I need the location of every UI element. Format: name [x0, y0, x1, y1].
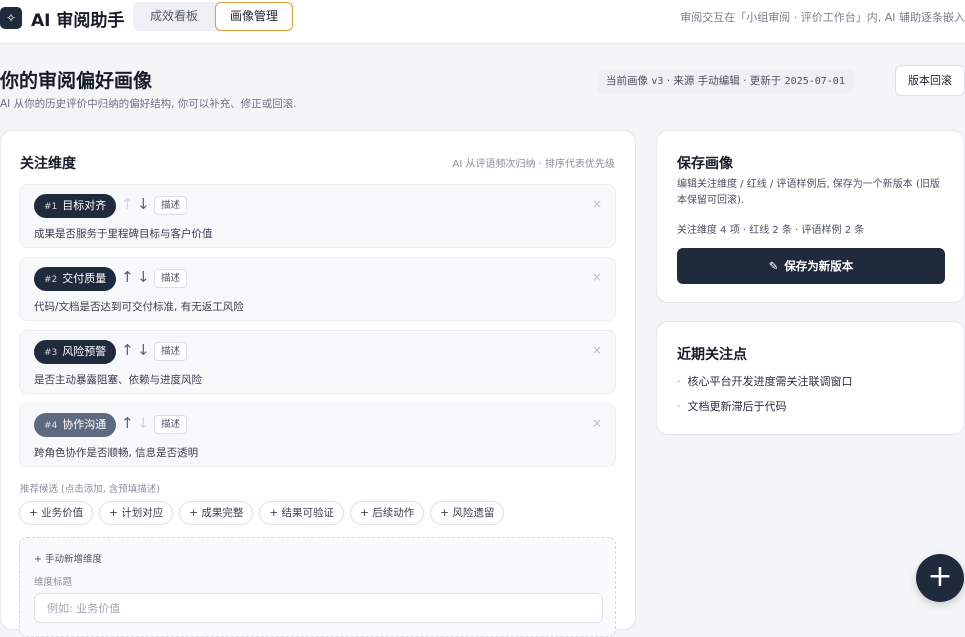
save-new-version-button[interactable]: ✎ 保存为新版本: [677, 248, 945, 284]
page-subtitle: AI 从你的历史评价中归纳的偏好结构, 你可以补充、修正或回滚.: [0, 98, 297, 110]
app-title: AI 审阅助手: [31, 11, 125, 31]
save-profile-title: 保存画像: [677, 156, 733, 172]
profile-stats: 关注维度 4 项 · 红线 2 条 · 评语样例 2 条: [677, 225, 865, 236]
tab-dashboard[interactable]: 成效看板: [133, 2, 215, 31]
updated-label: 更新于: [749, 75, 782, 87]
header-note: 审阅交互在「小组审阅 · 评价工作台」内, AI 辅助逐条嵌入: [680, 11, 965, 24]
move-up-icon[interactable]: ↑: [121, 341, 134, 359]
add-fab-button[interactable]: +: [916, 554, 964, 602]
save-profile-description: 编辑关注维度 / 红线 / 评语样例后, 保存为一个新版本 (旧版本保留可回滚)…: [677, 179, 940, 206]
manual-add-dimension: + 手动新增维度 维度标题: [19, 537, 616, 637]
close-icon[interactable]: ×: [592, 270, 602, 284]
dimension-badge: #2 交付质量: [34, 267, 117, 291]
description-button[interactable]: 描述: [154, 342, 188, 361]
close-icon[interactable]: ×: [592, 416, 602, 430]
dimension-item: #1 目标对齐 ↑ ↓ 描述 × 成果是否服务于里程碑目标与客户价值: [19, 184, 616, 248]
move-down-icon[interactable]: ↓: [137, 414, 150, 432]
recommend-chip[interactable]: + 成果完整: [179, 501, 254, 525]
focus-item-text: 文档更新滞后于代码: [687, 400, 787, 413]
rollback-button[interactable]: 版本回滚: [895, 65, 965, 96]
dimension-label: 交付质量: [62, 272, 107, 285]
recommend-chip[interactable]: + 结果可验证: [259, 501, 345, 525]
move-up-icon[interactable]: ↑: [121, 195, 134, 213]
close-icon[interactable]: ×: [592, 343, 602, 357]
top-bar: ✧ AI 审阅助手 成效看板 画像管理 审阅交互在「小组审阅 · 评价工作台」内…: [0, 0, 965, 44]
dimensions-card: 关注维度 AI 从评语频次归纳 · 排序代表优先级 #1 目标对齐 ↑ ↓ 描述 …: [0, 130, 636, 637]
move-up-icon[interactable]: ↑: [121, 268, 134, 286]
recommend-chip[interactable]: + 业务价值: [19, 501, 94, 525]
plus-icon: +: [927, 559, 953, 594]
focus-item: · 文档更新滞后于代码: [677, 400, 787, 413]
tab-profile-management[interactable]: 画像管理: [215, 2, 294, 31]
dimension-label: 目标对齐: [62, 199, 107, 212]
dimension-rank: #2: [44, 275, 58, 285]
dimension-item: #4 协作沟通 ↑ ↓ 描述 × 跨角色协作是否顺畅, 信息是否透明: [19, 403, 616, 467]
tab-bar: 成效看板 画像管理: [133, 2, 294, 31]
save-button-label: 保存为新版本: [784, 259, 854, 273]
dimension-badge: #4 协作沟通: [34, 413, 117, 437]
dimension-rank: #3: [44, 348, 58, 358]
logo-icon: ✧: [0, 7, 22, 29]
dimension-item: #3 风险预警 ↑ ↓ 描述 × 是否主动暴露阻塞、依赖与进度风险: [19, 330, 616, 394]
version-info: 当前画像 v3 · 来源 手动编辑 · 更新于 2025-07-01: [597, 69, 854, 93]
dimension-badge: #1 目标对齐: [34, 194, 117, 218]
dimension-label: 协作沟通: [62, 418, 107, 431]
save-profile-card: 保存画像 编辑关注维度 / 红线 / 评语样例后, 保存为一个新版本 (旧版本保…: [656, 130, 965, 303]
recommend-chips: + 业务价值 + 计划对应 + 成果完整 + 结果可验证 + 后续动作 + 风险…: [19, 501, 505, 525]
pen-icon: ✎: [768, 259, 779, 273]
move-down-icon[interactable]: ↓: [137, 268, 150, 286]
dimensions-hint: AI 从评语频次归纳 · 排序代表优先级: [452, 159, 615, 170]
recommend-chip[interactable]: + 计划对应: [99, 501, 174, 525]
dimension-rank: #4: [44, 421, 58, 431]
focus-item: · 核心平台开发进度需关注联调窗口: [677, 375, 853, 388]
description-button[interactable]: 描述: [154, 269, 188, 288]
dimension-badge: #3 风险预警: [34, 340, 117, 364]
version-value: v3: [651, 76, 664, 87]
dimension-description: 跨角色协作是否顺畅, 信息是否透明: [34, 447, 199, 459]
dimension-title-label: 维度标题: [34, 577, 73, 588]
updated-value: 2025-07-01: [784, 76, 845, 87]
dimension-title-input[interactable]: [34, 593, 603, 623]
dimension-description: 成果是否服务于里程碑目标与客户价值: [34, 228, 213, 240]
source-label: 来源: [673, 75, 695, 87]
recommend-chip[interactable]: + 风险遗留: [430, 501, 505, 525]
recent-focus-title: 近期关注点: [677, 347, 747, 363]
version-label: 当前画像: [606, 75, 648, 87]
move-up-icon[interactable]: ↑: [121, 414, 134, 432]
description-button[interactable]: 描述: [154, 196, 188, 215]
move-down-icon[interactable]: ↓: [137, 341, 150, 359]
dimensions-title: 关注维度: [20, 156, 76, 172]
manual-add-title[interactable]: + 手动新增维度: [34, 551, 102, 565]
source-value: 手动编辑: [697, 75, 740, 87]
recent-focus-card: 近期关注点 · 核心平台开发进度需关注联调窗口 · 文档更新滞后于代码: [656, 321, 965, 435]
description-button[interactable]: 描述: [154, 415, 188, 434]
dimension-description: 代码/文档是否达到可交付标准, 有无返工风险: [34, 301, 244, 313]
close-icon[interactable]: ×: [592, 197, 602, 211]
dimension-rank: #1: [44, 202, 58, 212]
move-down-icon[interactable]: ↓: [137, 195, 150, 213]
recommend-chip[interactable]: + 后续动作: [350, 501, 425, 525]
dimension-description: 是否主动暴露阻塞、依赖与进度风险: [34, 374, 202, 386]
dimension-item: #2 交付质量 ↑ ↓ 描述 × 代码/文档是否达到可交付标准, 有无返工风险: [19, 257, 616, 321]
page-title: 你的审阅偏好画像: [0, 70, 153, 92]
dimension-label: 风险预警: [62, 345, 107, 358]
recommend-label: 推荐候选 (点击添加, 含预填描述): [20, 484, 160, 495]
focus-item-text: 核心平台开发进度需关注联调窗口: [687, 375, 853, 388]
